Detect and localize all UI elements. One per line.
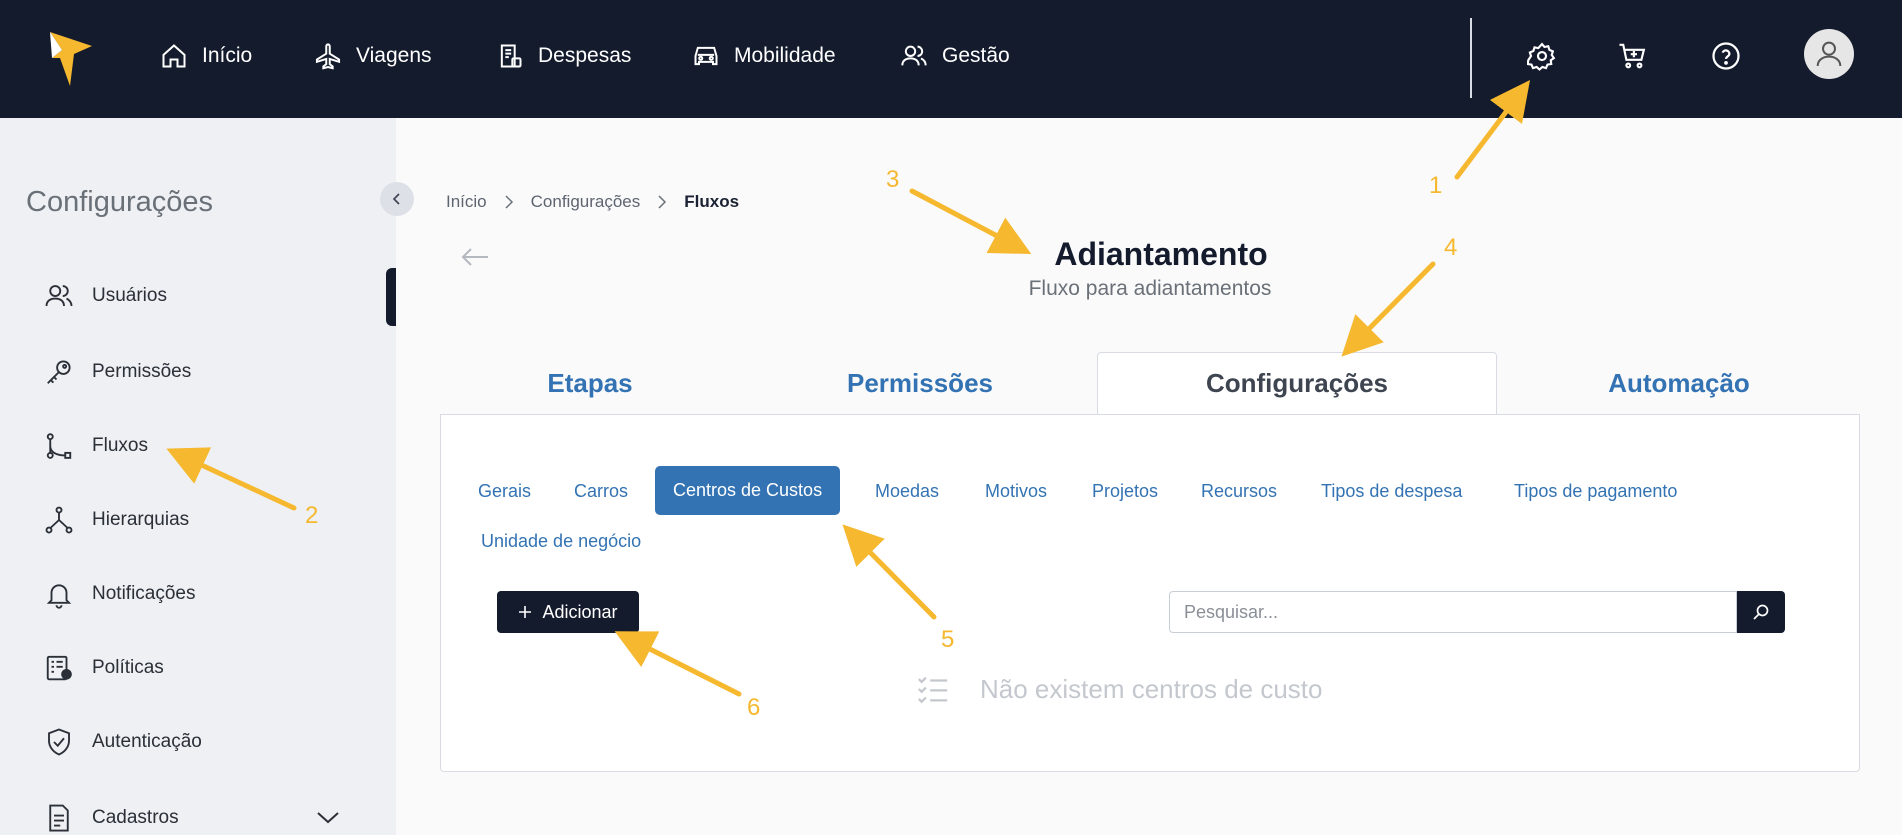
chevron-right-icon <box>658 195 667 209</box>
chevron-down-icon[interactable] <box>314 806 342 828</box>
sidebar-item-label: Permissões <box>92 361 192 382</box>
add-button[interactable]: Adicionar <box>497 591 639 633</box>
user-avatar[interactable] <box>1804 29 1854 79</box>
sidebar-item-hierarquias[interactable]: Hierarquias <box>44 502 189 538</box>
subtab-centros-de-custos[interactable]: Centros de Custos <box>655 466 841 515</box>
empty-state-message: Não existem centros de custo <box>980 673 1323 704</box>
page-subtitle: Fluxo para adiantamentos <box>1028 277 1272 300</box>
sidebar-collapse-button[interactable] <box>380 182 414 216</box>
users-icon <box>901 45 927 66</box>
search-icon <box>1753 604 1769 620</box>
nav-item-mobilidade[interactable]: Mobilidade <box>692 36 836 76</box>
nav-item-label: Gestão <box>942 44 1010 67</box>
tab-permissoes[interactable]: Permissões <box>810 352 1030 414</box>
help-button[interactable] <box>1706 36 1746 76</box>
key-icon <box>47 360 71 384</box>
annotation-number: 2 <box>305 502 319 529</box>
empty-state: Não existem centros de custo <box>916 672 1323 706</box>
navbar-divider <box>1470 18 1472 98</box>
breadcrumb-current: Fluxos <box>684 192 740 211</box>
search-bar <box>1169 591 1785 633</box>
sidebar-item-label: Políticas <box>92 657 164 678</box>
document-icon <box>49 804 69 832</box>
gear-icon <box>1527 42 1556 71</box>
nav-item-despesas[interactable]: Despesas <box>496 36 631 76</box>
checklist-icon <box>918 676 948 704</box>
plus-icon <box>519 606 532 618</box>
annotation-number: 6 <box>747 694 761 721</box>
annotation-number: 3 <box>886 166 900 193</box>
home-icon <box>162 44 186 68</box>
tab-configuracoes[interactable]: Configurações <box>1097 352 1497 414</box>
tab-etapas[interactable]: Etapas <box>480 352 700 414</box>
nav-item-viagens[interactable]: Viagens <box>314 36 432 76</box>
annotation-number: 1 <box>1429 172 1443 199</box>
policy-icon <box>46 655 72 681</box>
sidebar-item-label: Autenticação <box>92 731 202 752</box>
chevron-right-icon <box>505 195 513 209</box>
subtab-unidade-de-negocio[interactable]: Unidade de negócio <box>481 516 641 566</box>
page-title: Adiantamento <box>1054 236 1268 272</box>
sidebar-item-label: Hierarquias <box>92 509 190 530</box>
subtab-moedas[interactable]: Moedas <box>875 466 939 516</box>
subtab-carros[interactable]: Carros <box>574 466 628 516</box>
add-button-label: Adicionar <box>542 601 618 622</box>
sidebar-item-label: Fluxos <box>92 435 148 456</box>
nav-item-label: Mobilidade <box>734 44 836 67</box>
sidebar-item-notificacoes[interactable]: Notificações <box>44 576 196 612</box>
sidebar-item-politicas[interactable]: Políticas <box>44 650 164 686</box>
breadcrumb-item[interactable]: Configurações <box>531 192 641 212</box>
shield-icon <box>48 728 70 756</box>
nav-item-inicio[interactable]: Início <box>160 36 252 76</box>
bell-icon <box>46 584 72 609</box>
subtab-recursos[interactable]: Recursos <box>1201 466 1277 516</box>
breadcrumb: Início Configurações Fluxos <box>446 192 739 212</box>
subtab-projetos[interactable]: Projetos <box>1092 466 1158 516</box>
nav-item-gestao[interactable]: Gestão <box>900 36 1010 76</box>
breadcrumb-item[interactable]: Início <box>446 192 487 212</box>
nav-item-label: Viagens <box>356 44 432 67</box>
settings-button[interactable] <box>1522 36 1562 76</box>
receipt-icon <box>500 44 522 68</box>
plane-icon <box>315 43 341 70</box>
subtab-motivos[interactable]: Motivos <box>985 466 1047 516</box>
cart-icon <box>1619 43 1646 69</box>
sidebar-item-cadastros[interactable]: Cadastros <box>44 800 179 835</box>
sidebar-title: Configurações <box>26 186 213 218</box>
help-icon <box>1712 42 1740 70</box>
cart-button[interactable] <box>1612 36 1652 76</box>
annotation-number: 5 <box>941 626 955 653</box>
sidebar-item-label: Notificações <box>92 583 196 604</box>
sidebar-item-label: Cadastros <box>92 807 179 828</box>
annotation-number: 4 <box>1444 234 1458 261</box>
subtab-tipos-de-despesa[interactable]: Tipos de despesa <box>1321 466 1462 516</box>
sidebar-item-permissoes[interactable]: Permissões <box>44 354 191 390</box>
hierarchy-icon <box>45 506 73 534</box>
subtab-tipos-de-pagamento[interactable]: Tipos de pagamento <box>1514 466 1677 516</box>
search-input[interactable] <box>1169 591 1737 633</box>
tab-automacao[interactable]: Automação <box>1566 352 1792 414</box>
flow-icon <box>46 433 72 459</box>
user-avatar-icon <box>1816 41 1842 67</box>
sidebar-item-fluxos[interactable]: Fluxos <box>44 428 148 464</box>
car-icon <box>694 46 718 66</box>
chevron-left-icon <box>392 193 400 205</box>
top-navbar: Início Viagens Despesas Mobilidade Gestã… <box>0 0 1902 118</box>
logo-icon[interactable] <box>48 28 96 88</box>
sidebar-item-autenticacao[interactable]: Autenticação <box>44 724 202 760</box>
nav-item-label: Despesas <box>538 44 632 67</box>
nav-item-label: Início <box>202 44 253 67</box>
subtab-gerais[interactable]: Gerais <box>478 466 531 516</box>
search-button[interactable] <box>1737 591 1785 633</box>
